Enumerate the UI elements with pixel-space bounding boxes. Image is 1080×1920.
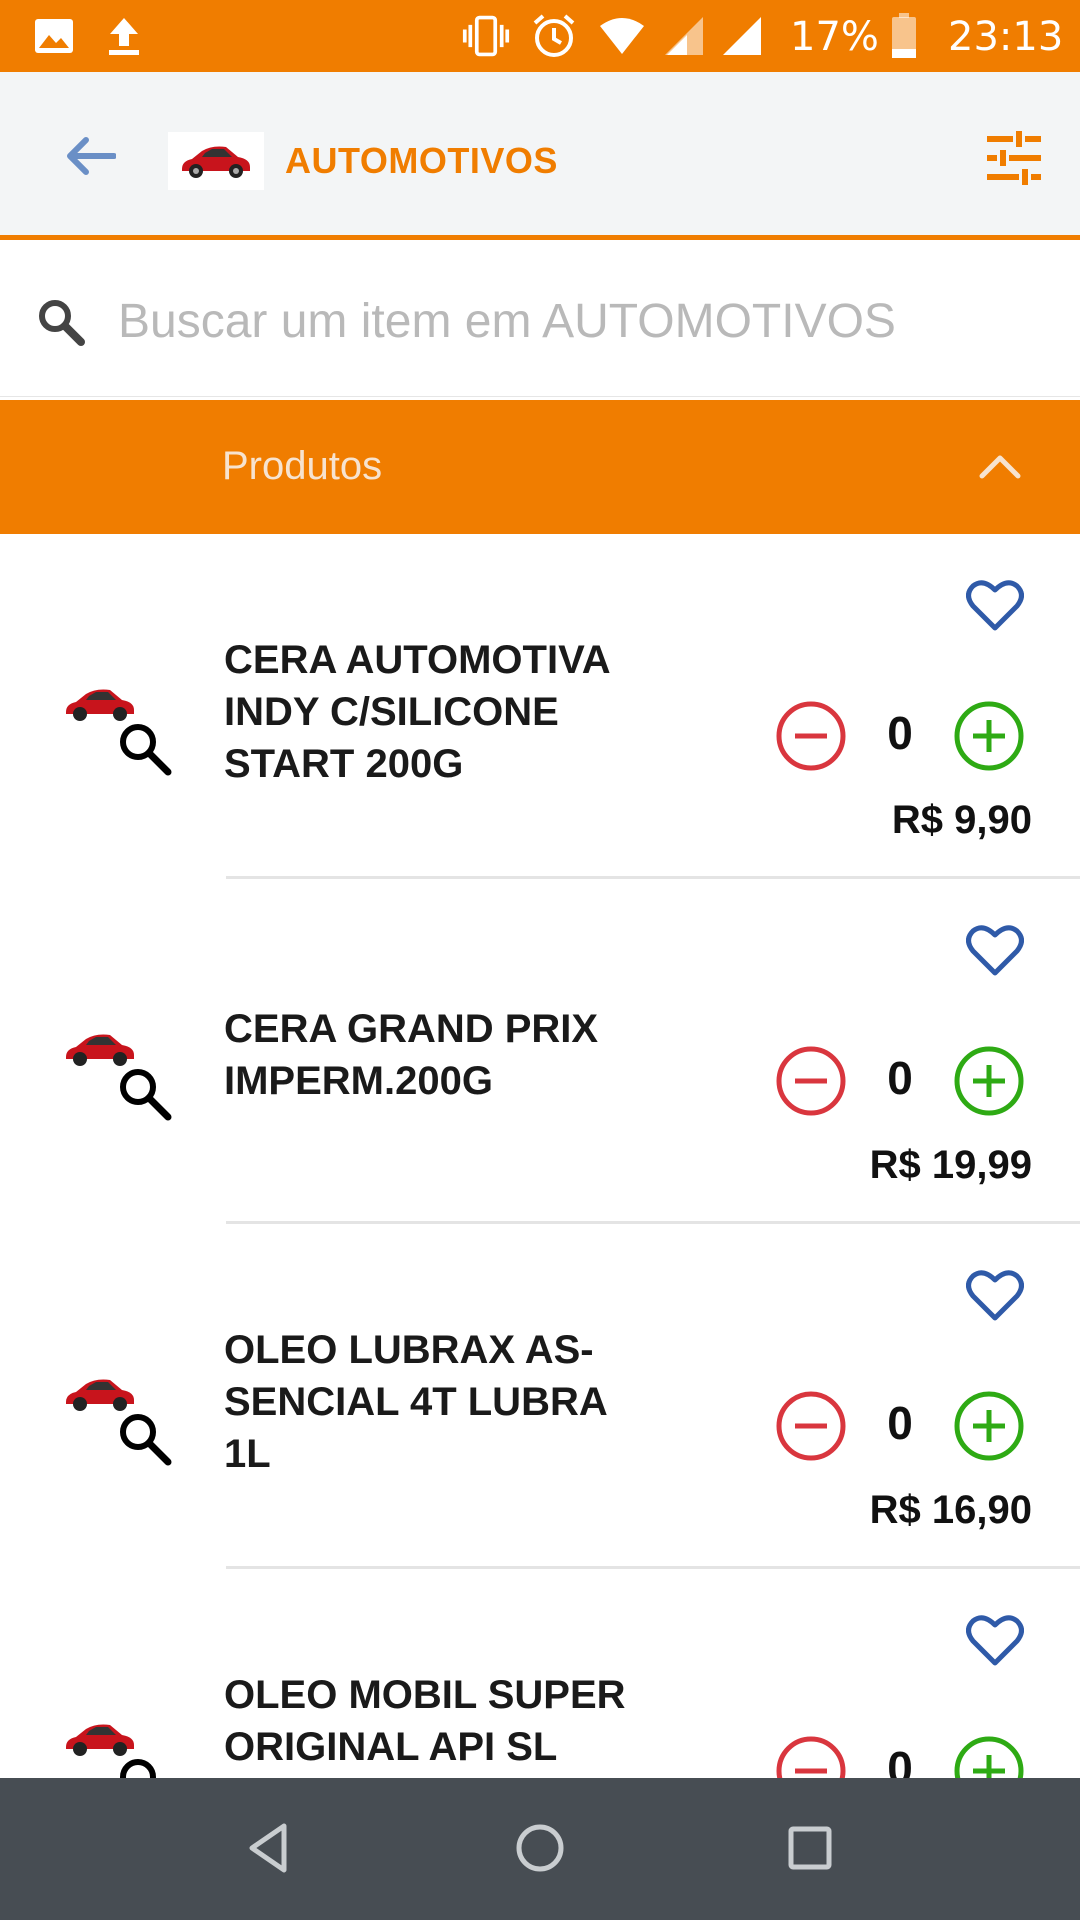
car-icon: [182, 146, 250, 178]
filter-button[interactable]: [984, 128, 1044, 188]
battery-percentage: 17%: [790, 14, 879, 60]
product-image[interactable]: [62, 1717, 156, 1778]
zoom-icon: [120, 1069, 172, 1121]
heart-icon[interactable]: [966, 1613, 1024, 1667]
heart-icon[interactable]: [966, 578, 1024, 632]
vibrate-icon: [462, 12, 510, 60]
back-triangle-icon[interactable]: [240, 1818, 300, 1878]
battery-icon: [880, 12, 928, 60]
quantity-value: 0: [887, 707, 913, 759]
minus-icon[interactable]: [776, 1736, 846, 1778]
zoom-icon: [120, 1414, 172, 1466]
product-price: R$ 9,90: [891, 798, 1032, 842]
list-item: OLEO MOBIL SUPER ORIGINAL API SL 0: [0, 1569, 1080, 1778]
product-image[interactable]: [62, 1027, 172, 1127]
product-name: CERA AUTOMOTIVA INDY C/SILICONE START 20…: [224, 638, 611, 786]
plus-icon[interactable]: [954, 1391, 1024, 1461]
plus-icon[interactable]: [954, 701, 1024, 771]
minus-icon[interactable]: [776, 1391, 846, 1461]
heart-icon[interactable]: [966, 923, 1024, 977]
alarm-icon: [530, 12, 578, 60]
minus-icon[interactable]: [776, 701, 846, 771]
zoom-icon: [120, 724, 172, 776]
quantity-value: 0: [887, 1742, 913, 1778]
home-circle-icon[interactable]: [510, 1818, 570, 1878]
signal-icon: [660, 12, 708, 60]
product-name: OLEO MOBIL SUPER ORIGINAL API SL: [224, 1673, 626, 1769]
product-name: CERA GRAND PRIX IMPERM.200G: [224, 1007, 599, 1103]
search-bar: [0, 245, 1080, 397]
status-bar: 17% 23:13: [0, 0, 1080, 72]
plus-icon[interactable]: [954, 1046, 1024, 1116]
list-item: CERA GRAND PRIX IMPERM.200G 0 R$ 19,99: [0, 879, 1080, 1224]
list-item: CERA AUTOMOTIVA INDY C/SILICONE START 20…: [0, 534, 1080, 879]
app-bar: AUTOMOTIVOS: [0, 72, 1080, 240]
arrow-left-icon: [67, 137, 116, 175]
minus-icon[interactable]: [776, 1046, 846, 1116]
recents-square-icon[interactable]: [780, 1818, 840, 1878]
quantity-value: 0: [887, 1052, 913, 1104]
clock: 23:13: [948, 14, 1064, 60]
product-name: OLEO LUBRAX AS- SENCIAL 4T LUBRA 1L: [224, 1328, 608, 1476]
page-title: AUTOMOTIVOS: [285, 140, 558, 181]
system-nav-bar: [0, 1778, 1080, 1920]
zoom-icon: [120, 1759, 156, 1778]
section-header-products[interactable]: Produtos: [0, 400, 1080, 534]
tune-icon: [987, 131, 1041, 185]
back-button[interactable]: [56, 122, 124, 190]
search-icon: [39, 300, 85, 346]
heart-icon[interactable]: [966, 1268, 1024, 1322]
list-item: OLEO LUBRAX AS- SENCIAL 4T LUBRA 1L 0 R$…: [0, 1224, 1080, 1569]
signal-icon: [718, 12, 766, 60]
product-image[interactable]: [62, 682, 172, 782]
product-price: R$ 16,90: [869, 1488, 1032, 1532]
chevron-up-icon[interactable]: [974, 444, 1026, 488]
plus-icon[interactable]: [954, 1736, 1024, 1778]
image-icon: [30, 12, 78, 60]
upload-icon: [100, 12, 148, 60]
product-list[interactable]: CERA AUTOMOTIVA INDY C/SILICONE START 20…: [0, 534, 1080, 1778]
quantity-value: 0: [887, 1397, 913, 1449]
category-image: [168, 132, 264, 190]
search-input[interactable]: [118, 285, 1058, 357]
product-image[interactable]: [62, 1372, 172, 1472]
section-title: Produtos: [222, 444, 383, 488]
product-price: R$ 19,99: [869, 1143, 1032, 1187]
wifi-icon: [598, 12, 646, 60]
